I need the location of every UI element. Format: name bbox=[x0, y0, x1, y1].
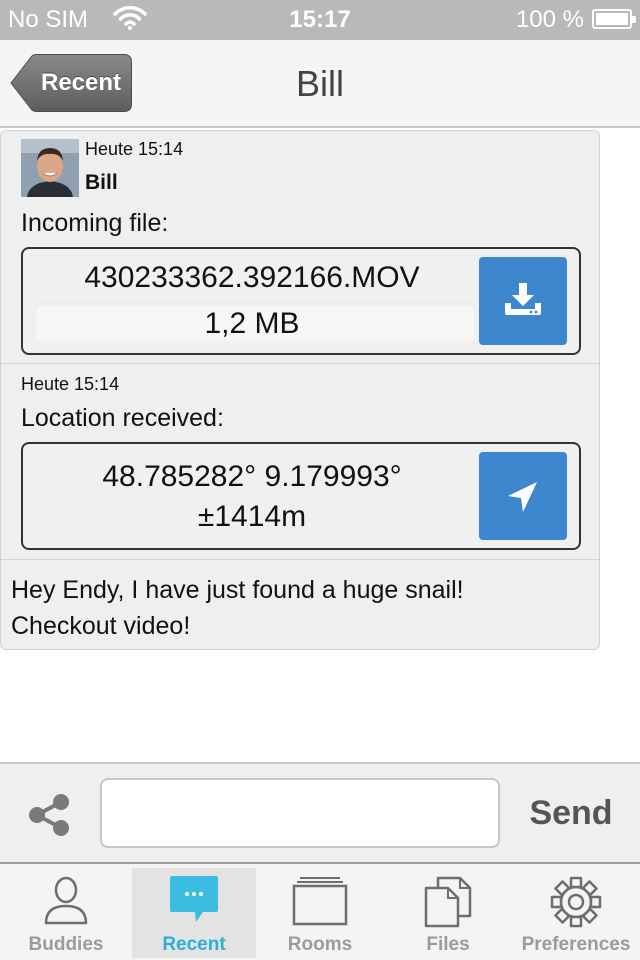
tab-bar: Buddies Recent Rooms Files Preferences bbox=[0, 862, 640, 960]
battery-icon bbox=[592, 9, 636, 29]
message-input[interactable] bbox=[100, 778, 500, 848]
tab-files[interactable]: Files bbox=[386, 868, 510, 958]
message-location: Heute 15:14 Location received: 48.785282… bbox=[0, 364, 600, 560]
location-accuracy: ±1414m bbox=[197, 500, 307, 533]
download-icon bbox=[505, 283, 541, 315]
message-composer: Send bbox=[0, 762, 640, 862]
battery-percent: 100 % bbox=[515, 6, 584, 33]
location-card: 48.785282° 9.179993° ±1414m bbox=[21, 442, 581, 550]
file-size: 1,2 MB bbox=[204, 307, 300, 340]
rooms-icon bbox=[292, 877, 348, 926]
tab-label: Buddies bbox=[28, 934, 104, 955]
download-button[interactable] bbox=[479, 257, 567, 345]
share-icon[interactable] bbox=[26, 792, 72, 843]
chat-bubble-icon bbox=[170, 876, 218, 922]
tab-label: Preferences bbox=[521, 934, 631, 955]
tab-rooms[interactable]: Rooms bbox=[258, 868, 382, 958]
message-text-line: Hey Endy, I have just found a huge snail… bbox=[11, 576, 464, 604]
navigation-bar: Bill Recent bbox=[0, 40, 640, 128]
status-bar: No SIM 15:17 100 % bbox=[0, 0, 640, 40]
file-name: 430233362.392166.MOV bbox=[84, 261, 420, 294]
tab-buddies[interactable]: Buddies bbox=[4, 868, 128, 958]
avatar bbox=[21, 139, 79, 197]
message-text: Hey Endy, I have just found a huge snail… bbox=[0, 560, 600, 650]
person-icon bbox=[44, 876, 88, 925]
tab-label: Rooms bbox=[287, 934, 353, 955]
send-button[interactable]: Send bbox=[516, 764, 626, 864]
tab-preferences[interactable]: Preferences bbox=[514, 868, 638, 958]
tab-label: Files bbox=[426, 934, 470, 955]
message-list: Heute 15:14 Bill Incoming file: 43023336… bbox=[0, 130, 600, 650]
location-arrow-icon bbox=[508, 482, 537, 512]
tab-recent[interactable]: Recent bbox=[132, 868, 256, 958]
file-card: 430233362.392166.MOV 1,2 MB bbox=[21, 247, 581, 355]
message-time: Heute 15:14 bbox=[85, 139, 184, 159]
gear-icon bbox=[550, 876, 602, 928]
show-location-button[interactable] bbox=[479, 452, 567, 540]
message-time: Heute 15:14 bbox=[21, 374, 120, 394]
message-file: Heute 15:14 Bill Incoming file: 43023336… bbox=[0, 130, 600, 364]
location-coordinates: 48.785282° 9.179993° bbox=[102, 460, 402, 493]
sender-name: Bill bbox=[85, 171, 118, 194]
message-body: Hey Endy, I have just found a huge snail… bbox=[11, 572, 591, 644]
message-heading: Location received: bbox=[21, 404, 224, 432]
message-text-line: Checkout video! bbox=[11, 612, 191, 640]
tab-label: Recent bbox=[162, 934, 226, 955]
message-heading: Incoming file: bbox=[21, 209, 169, 237]
back-button-label: Recent bbox=[40, 69, 122, 96]
back-button[interactable]: Recent bbox=[10, 54, 132, 112]
files-icon bbox=[424, 876, 472, 928]
